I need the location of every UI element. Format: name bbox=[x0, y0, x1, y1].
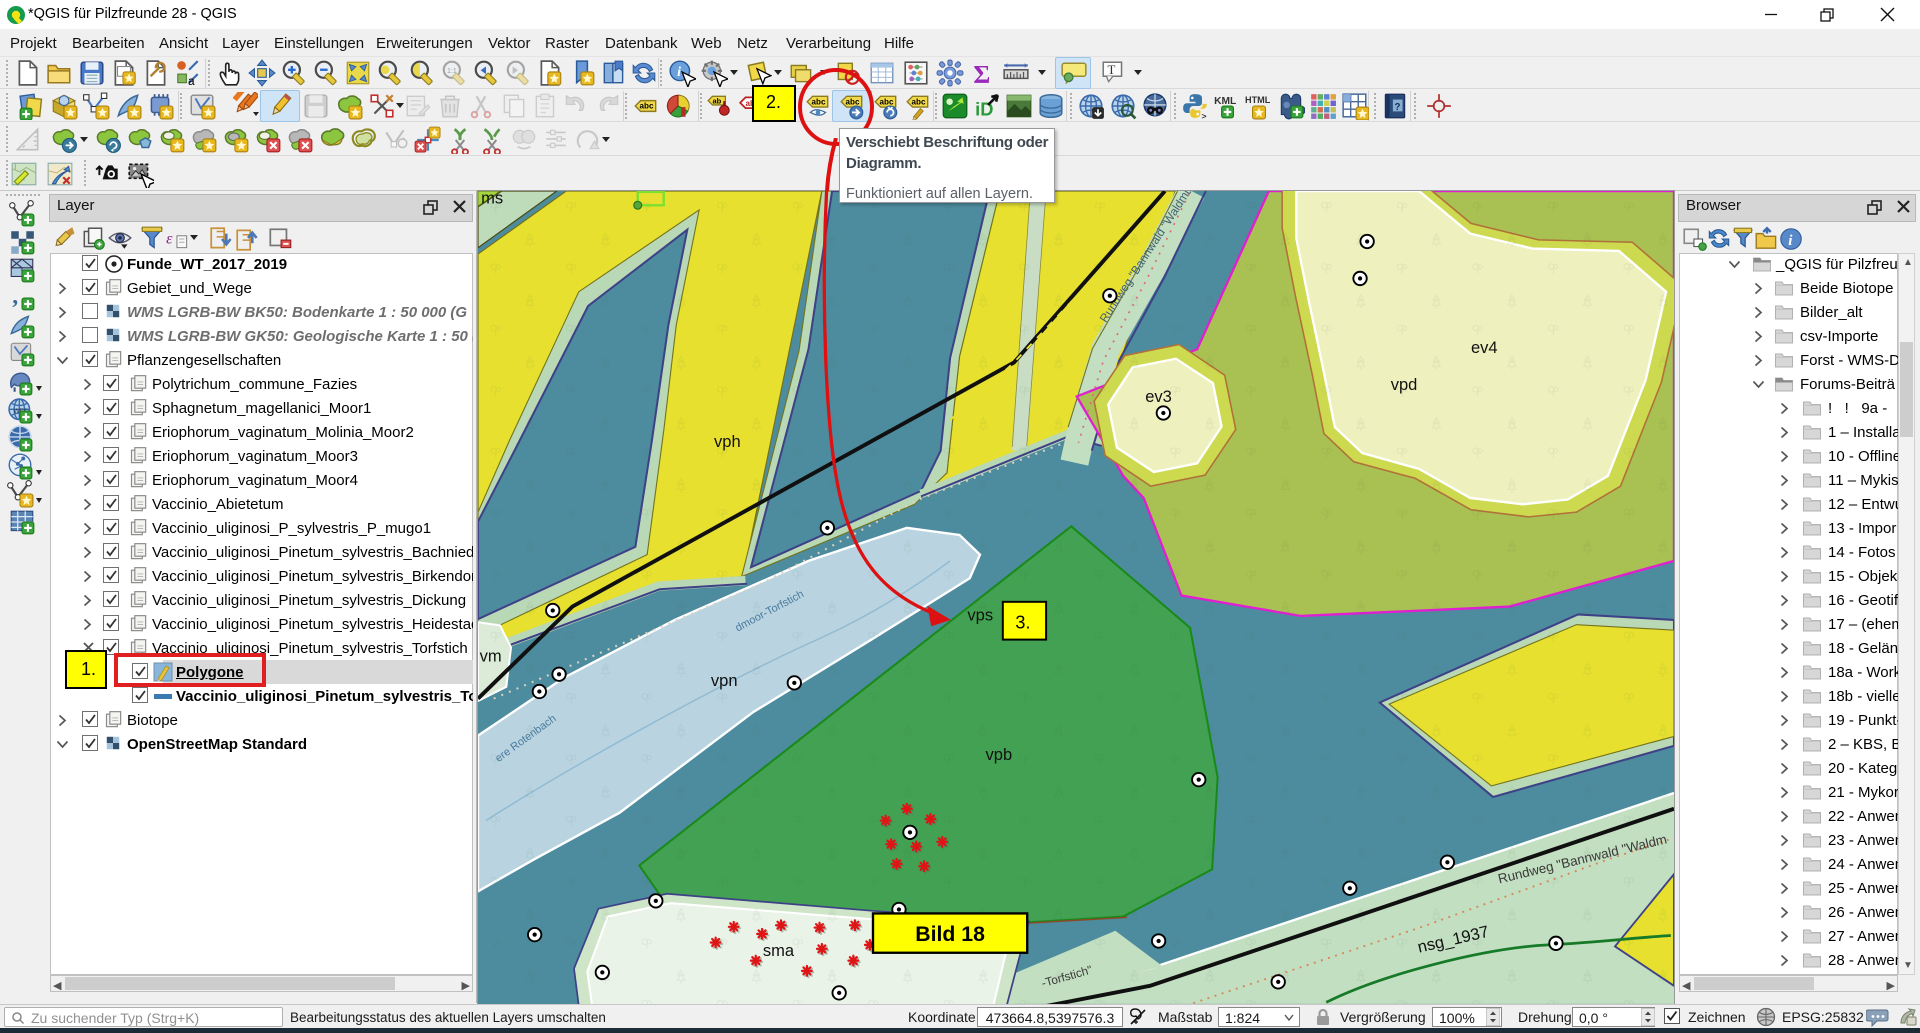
svg-text:3.: 3. bbox=[1015, 613, 1030, 633]
svg-text:ev4: ev4 bbox=[1471, 338, 1498, 357]
svg-text:KML: KML bbox=[1214, 96, 1236, 107]
svg-text:HTML: HTML bbox=[1245, 95, 1271, 105]
svg-text:ε: ε bbox=[166, 230, 173, 247]
svg-text:?: ? bbox=[1394, 102, 1400, 113]
svg-text:Σ: Σ bbox=[973, 60, 990, 87]
svg-text:>: > bbox=[1201, 111, 1206, 120]
svg-text:sma: sma bbox=[763, 941, 795, 960]
svg-text:vm: vm bbox=[480, 647, 502, 666]
svg-text:i: i bbox=[677, 65, 681, 80]
svg-text:vph: vph bbox=[714, 432, 741, 451]
svg-text:T: T bbox=[1108, 62, 1116, 77]
svg-text:vpn: vpn bbox=[711, 671, 738, 690]
svg-text:a: a bbox=[188, 74, 195, 87]
svg-text:,: , bbox=[12, 284, 18, 309]
svg-text:ab: ab bbox=[712, 96, 721, 105]
svg-text:Bild 18: Bild 18 bbox=[915, 922, 985, 946]
svg-text:vpb: vpb bbox=[986, 745, 1013, 764]
svg-text:1:1: 1:1 bbox=[447, 68, 457, 75]
svg-text:ms: ms bbox=[481, 191, 503, 208]
svg-text:ev3: ev3 bbox=[1145, 387, 1172, 406]
svg-text:vps: vps bbox=[967, 606, 993, 625]
svg-text:vpd: vpd bbox=[1391, 375, 1418, 394]
